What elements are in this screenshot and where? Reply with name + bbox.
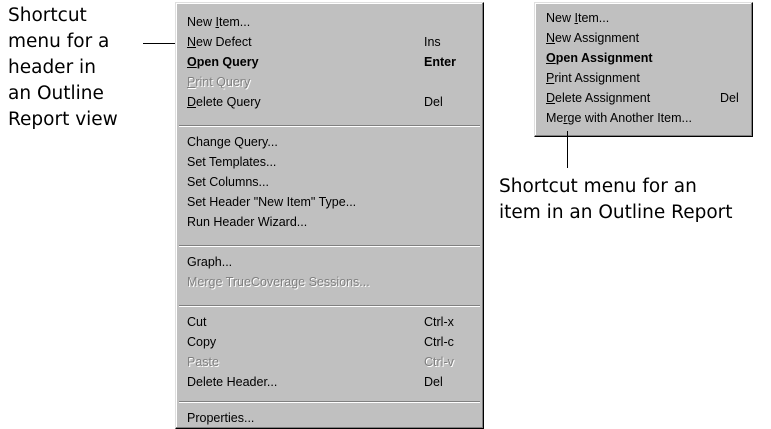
menu-item-label: Cut [187,315,207,329]
menu-item-label: New Defect [187,35,252,49]
menu-item-cut[interactable]: Cut Ctrl-x [176,312,483,332]
menu-item-run-header-wizard[interactable]: Run Header Wizard... [176,212,483,232]
menu-item-open-assignment[interactable]: Open Assignment [535,48,752,68]
menu-separator [179,245,480,247]
item-shortcut-menu: New Item... New Assignment Open Assignme… [534,2,753,137]
item-menu-callout: Shortcut menu for an item in an Outline … [499,174,733,226]
menu-item-shortcut: Enter [424,55,456,69]
menu-item-label: New Item... [187,15,251,29]
menu-item-label: New Item... [546,11,610,25]
menu-item-label: Delete Assignment [546,91,651,105]
menu-item-set-templates[interactable]: Set Templates... [176,152,483,172]
menu-separator [179,125,480,127]
menu-item-label: Paste [187,355,219,369]
menu-item-change-query[interactable]: Change Query... [176,132,483,152]
menu-item-label: Set Header "New Item" Type... [187,195,357,209]
callout-line: Shortcut [8,5,87,26]
menu-item-label: Graph... [187,255,233,269]
menu-item-shortcut: Del [720,91,739,105]
callout-line: header in [8,57,96,78]
menu-item-label: Delete Header... [187,375,278,389]
menu-item-shortcut: Ctrl-c [424,335,454,349]
menu-item-shortcut: Del [424,375,443,389]
header-menu-callout: Shortcut menu for a header in an Outline… [8,3,118,133]
menu-item-set-header-new-item-type[interactable]: Set Header "New Item" Type... [176,192,483,212]
menu-item-label: Copy [187,335,217,349]
menu-item-label: Open Query [187,55,259,69]
menu-item-graph[interactable]: Graph... [176,252,483,272]
menu-item-shortcut: Del [424,95,443,109]
menu-item-label: New Assignment [546,31,640,45]
menu-item-new-item[interactable]: New Item... [535,8,752,28]
callout-line: menu for a [8,31,110,52]
menu-item-print-assignment[interactable]: Print Assignment [535,68,752,88]
item-callout-leader-line [567,131,568,168]
menu-item-label: Delete Query [187,95,261,109]
callout-line: Shortcut menu for an [499,176,697,197]
menu-item-merge-with-another-item[interactable]: Merge with Another Item... [535,108,752,128]
menu-item-label: Change Query... [187,135,278,149]
menu-item-paste: Paste Ctrl-v [176,352,483,372]
menu-item-label: Run Header Wizard... [187,215,308,229]
menu-item-label: Properties... [187,411,255,425]
menu-item-label: Set Columns... [187,175,269,189]
menu-item-merge-truecoverage-sessions: Merge TrueCoverage Sessions... [176,272,483,292]
menu-item-properties[interactable]: Properties... [176,408,483,428]
menu-item-label: Merge TrueCoverage Sessions... [187,275,370,289]
menu-item-shortcut: Ctrl-v [424,355,454,369]
menu-item-delete-assignment[interactable]: Delete Assignment Del [535,88,752,108]
callout-line: Report view [8,109,118,130]
menu-separator [179,305,480,307]
menu-item-label: Print Query [187,75,251,89]
callout-line: item in an Outline Report [499,202,733,223]
header-shortcut-menu: New Item... New Defect Ins Open Query En… [175,2,484,429]
menu-item-label: Set Templates... [187,155,277,169]
menu-item-shortcut: Ins [424,35,441,49]
menu-item-label: Open Assignment [546,51,653,65]
menu-item-copy[interactable]: Copy Ctrl-c [176,332,483,352]
menu-item-new-item[interactable]: New Item... [176,12,483,32]
menu-separator [179,401,480,403]
menu-item-new-defect[interactable]: New Defect Ins [176,32,483,52]
menu-item-print-query: Print Query [176,72,483,92]
menu-item-delete-header[interactable]: Delete Header... Del [176,372,483,392]
menu-item-label: Merge with Another Item... [546,111,692,125]
menu-item-shortcut: Ctrl-x [424,315,454,329]
menu-item-new-assignment[interactable]: New Assignment [535,28,752,48]
menu-item-delete-query[interactable]: Delete Query Del [176,92,483,112]
menu-item-set-columns[interactable]: Set Columns... [176,172,483,192]
menu-item-open-query[interactable]: Open Query Enter [176,52,483,72]
menu-item-label: Print Assignment [546,71,640,85]
callout-line: an Outline [8,83,104,104]
